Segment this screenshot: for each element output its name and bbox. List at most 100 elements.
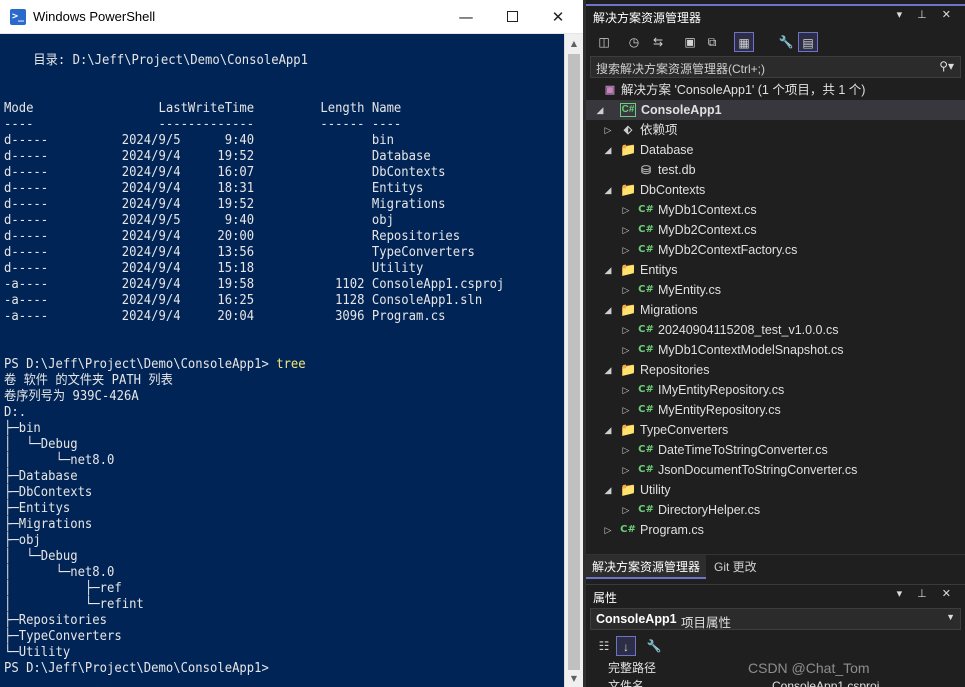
close-button[interactable]: ✕ <box>535 0 581 34</box>
expand-down-icon[interactable]: ◢ <box>602 360 614 380</box>
tree-item[interactable]: ◢ 📁 TypeConverters <box>586 420 965 440</box>
window-title: Windows PowerShell <box>33 9 156 24</box>
tree-item[interactable]: ▷ C# MyDb2ContextFactory.cs <box>586 240 965 260</box>
copy-icon[interactable]: ⧉ <box>702 32 722 52</box>
scroll-down-icon[interactable]: ▼ <box>565 671 583 687</box>
tab-solution-explorer[interactable]: 解决方案资源管理器 <box>586 555 707 579</box>
tree-item[interactable]: ◢ 📁 Migrations <box>586 300 965 320</box>
history-icon[interactable]: ◷ <box>624 32 644 52</box>
expand-right-icon[interactable]: ▷ <box>620 320 632 340</box>
expand-down-icon[interactable]: ◢ <box>602 140 614 160</box>
tree-item-label: MyEntityRepository.cs <box>658 403 781 417</box>
terminal-line: ├─Database <box>4 469 78 484</box>
powershell-titlebar[interactable]: >_ Windows PowerShell — ✕ <box>0 0 583 34</box>
properties-object-select[interactable]: ConsoleApp1 项目属性 ▼ <box>590 608 961 630</box>
property-row[interactable]: 文件名 ConsoleApp1.csproj <box>586 677 965 687</box>
expand-right-icon[interactable]: ▷ <box>620 460 632 480</box>
solution-search-input[interactable]: 搜索解决方案资源管理器(Ctrl+;) ⚲▾ <box>590 56 961 78</box>
terminal-output[interactable]: 目录: D:\Jeff\Project\Demo\ConsoleApp1 Mode… <box>4 36 564 687</box>
tree-item-label: IMyEntityRepository.cs <box>658 383 785 397</box>
tree-item[interactable]: ◢ 📁 Repositories <box>586 360 965 380</box>
expand-right-icon[interactable]: ▷ <box>620 200 632 220</box>
expand-right-icon[interactable]: ▷ <box>602 120 614 140</box>
properties-wrench-icon[interactable]: 🔧 <box>776 32 796 52</box>
show-all-files-icon[interactable]: ▦ <box>734 32 754 52</box>
terminal-line: d----- 2024/9/4 15:18 Utility <box>4 261 424 276</box>
expand-down-icon[interactable]: ◢ <box>602 260 614 280</box>
tree-item-label: Database <box>640 143 694 157</box>
switch-views-icon[interactable]: ⇆ <box>648 32 668 52</box>
solution-tree[interactable]: ▣ 解决方案 'ConsoleApp1' (1 个项目，共 1 个) ◢ C# Cons… <box>586 80 965 554</box>
terminal-line: D:. <box>4 405 27 420</box>
minimize-button[interactable]: — <box>443 0 489 34</box>
tree-item[interactable]: ▷ C# DateTimeToStringConverter.cs <box>586 440 965 460</box>
tree-item[interactable]: ▷ ⬖ 依赖项 <box>586 120 965 140</box>
tree-item-label: ConsoleApp1 <box>641 103 722 117</box>
expand-right-icon[interactable]: ▷ <box>620 280 632 300</box>
expand-down-icon[interactable]: ◢ <box>602 480 614 500</box>
terminal-scrollbar[interactable]: ▲ ▼ <box>564 34 583 687</box>
tree-item[interactable]: ◢ 📁 Database <box>586 140 965 160</box>
expand-right-icon[interactable]: ▷ <box>620 400 632 420</box>
expand-right-icon[interactable]: ▷ <box>620 220 632 240</box>
tree-item[interactable]: ▷ C# DirectoryHelper.cs <box>586 500 965 520</box>
property-pages-icon[interactable]: 🔧 <box>644 636 664 656</box>
expand-down-icon[interactable]: ◢ <box>594 100 606 120</box>
csharp-file-icon: C# <box>638 324 654 335</box>
expand-down-icon[interactable]: ◢ <box>602 300 614 320</box>
sync-icon[interactable]: ◫ <box>594 32 614 52</box>
tree-item-label: DirectoryHelper.cs <box>658 503 761 517</box>
expand-right-icon[interactable]: ▷ <box>620 500 632 520</box>
alphabetical-icon[interactable]: ↓ <box>616 636 636 656</box>
folder-icon: 📁 <box>620 482 637 497</box>
expand-right-icon[interactable]: ▷ <box>620 380 632 400</box>
collapse-all-icon[interactable]: ▣ <box>680 32 700 52</box>
search-icon[interactable]: ⚲▾ <box>939 59 954 73</box>
tree-item[interactable]: ◢ 📁 DbContexts <box>586 180 965 200</box>
folder-icon: 📁 <box>620 182 637 197</box>
tree-item-label: 依赖项 <box>640 123 678 137</box>
expand-right-icon[interactable]: ▷ <box>620 440 632 460</box>
tree-item[interactable]: ◢ C# ConsoleApp1 <box>586 100 965 120</box>
search-placeholder: 搜索解决方案资源管理器(Ctrl+;) <box>596 62 765 76</box>
panel-window-controls[interactable]: ▾ ⊥ ✕ <box>897 8 957 21</box>
tree-item[interactable]: ▷ C# JsonDocumentToStringConverter.cs <box>586 460 965 480</box>
solution-explorer-toolbar: ◫ ◷ ⇆ ▣ ⧉ ▦ 🔧 ▤ <box>586 28 965 56</box>
scroll-up-icon[interactable]: ▲ <box>565 36 583 52</box>
maximize-button[interactable] <box>489 0 535 34</box>
tree-item-label: MyDb2ContextFactory.cs <box>658 243 798 257</box>
terminal-line: d----- 2024/9/4 18:31 Entitys <box>4 181 424 196</box>
properties-window-controls[interactable]: ▾ ⊥ ✕ <box>897 587 957 600</box>
terminal-line: -a---- 2024/9/4 16:25 1128 ConsoleApp1.s… <box>4 293 483 308</box>
folder-icon: 📁 <box>620 362 637 377</box>
tree-item[interactable]: ▣ 解决方案 'ConsoleApp1' (1 个项目，共 1 个) <box>586 80 965 100</box>
csharp-file-icon: C# <box>638 204 654 215</box>
tree-item[interactable]: ▷ C# IMyEntityRepository.cs <box>586 380 965 400</box>
tree-item[interactable]: ◢ 📁 Entitys <box>586 260 965 280</box>
terminal-line: │ └─refint <box>4 597 144 612</box>
property-key: 完整路径 <box>608 661 657 675</box>
visual-studio-panel: 解决方案资源管理器 ▾ ⊥ ✕ ◫ ◷ ⇆ ▣ ⧉ ▦ 🔧 ▤ 搜索解决方案资源… <box>586 0 965 687</box>
csharp-file-icon: C# <box>638 244 654 255</box>
tree-item[interactable]: ◢ 📁 Utility <box>586 480 965 500</box>
categorized-icon[interactable]: ☷ <box>594 636 614 656</box>
tree-item[interactable]: ▷ C# Program.cs <box>586 520 965 540</box>
tree-item[interactable]: ▷ C# MyEntityRepository.cs <box>586 400 965 420</box>
tree-item-label: DateTimeToStringConverter.cs <box>658 443 828 457</box>
scrollbar-thumb[interactable] <box>568 54 580 670</box>
expand-down-icon[interactable]: ◢ <box>602 420 614 440</box>
tree-item-label: MyEntity.cs <box>658 283 721 297</box>
solution-explorer-header: 解决方案资源管理器 ▾ ⊥ ✕ <box>586 4 965 26</box>
expand-right-icon[interactable]: ▷ <box>620 240 632 260</box>
tree-item[interactable]: ▷ C# MyDb1ContextModelSnapshot.cs <box>586 340 965 360</box>
tree-item[interactable]: ▷ C# MyDb1Context.cs <box>586 200 965 220</box>
expand-right-icon[interactable]: ▷ <box>620 340 632 360</box>
tab-git-changes[interactable]: Git 更改 <box>708 555 763 579</box>
preview-icon[interactable]: ▤ <box>798 32 818 52</box>
tree-item[interactable]: ▷ C# MyEntity.cs <box>586 280 965 300</box>
expand-down-icon[interactable]: ◢ <box>602 180 614 200</box>
tree-item[interactable]: ▷ C# MyDb2Context.cs <box>586 220 965 240</box>
tree-item[interactable]: ⛁ test.db <box>586 160 965 180</box>
expand-right-icon[interactable]: ▷ <box>602 520 614 540</box>
tree-item[interactable]: ▷ C# 20240904115208_test_v1.0.0.cs <box>586 320 965 340</box>
